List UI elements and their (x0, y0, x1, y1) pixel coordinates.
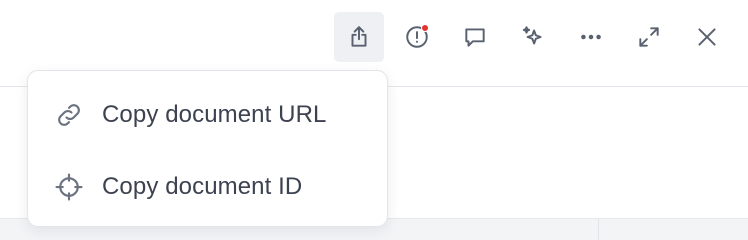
share-dropdown-menu: Copy document URL Copy document ID (27, 70, 388, 227)
crosshair-icon (52, 170, 86, 204)
share-icon (351, 26, 367, 47)
page: Copy document URL Copy document ID (0, 0, 748, 240)
more-options-button[interactable] (566, 12, 616, 62)
comments-button[interactable] (450, 12, 500, 62)
copy-document-id-item[interactable]: Copy document ID (28, 151, 387, 223)
column-divider (598, 219, 599, 240)
expand-icon (639, 27, 659, 47)
more-icon (581, 34, 601, 40)
close-icon (698, 28, 716, 46)
copy-document-url-item[interactable]: Copy document URL (28, 79, 387, 151)
expand-button[interactable] (624, 12, 674, 62)
sparkles-icon (522, 26, 542, 45)
ai-assistant-button[interactable] (508, 12, 558, 62)
menu-item-label: Copy document URL (102, 101, 327, 128)
menu-item-label: Copy document ID (102, 173, 303, 200)
alerts-button[interactable] (392, 12, 442, 62)
notification-dot (421, 24, 429, 32)
link-icon (52, 98, 86, 132)
comment-icon (465, 28, 485, 47)
share-button[interactable] (334, 12, 384, 62)
toolbar (334, 12, 732, 62)
close-button[interactable] (682, 12, 732, 62)
